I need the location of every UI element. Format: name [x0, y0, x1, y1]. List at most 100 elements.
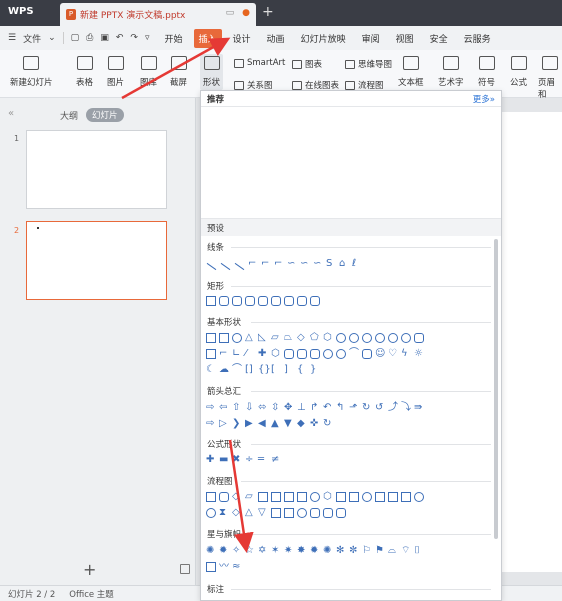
- circular-arrow-icon[interactable]: ↻: [323, 419, 333, 429]
- no-symbol-icon[interactable]: [336, 349, 346, 359]
- flowchart-merge-icon[interactable]: ▽: [258, 508, 268, 518]
- star-32-point-icon[interactable]: ✼: [349, 546, 359, 556]
- striped-right-arrow-icon[interactable]: ⇛: [414, 403, 424, 413]
- down-arrow-icon[interactable]: ⇩: [245, 403, 255, 413]
- menu-start[interactable]: 开始: [160, 29, 188, 48]
- elbow-arrow-icon[interactable]: ⌐: [261, 259, 271, 269]
- menu-security[interactable]: 安全: [425, 29, 453, 48]
- lightning-icon[interactable]: ϟ: [401, 349, 411, 359]
- not-equal-icon[interactable]: ≠: [271, 455, 281, 465]
- flowchart-data-icon[interactable]: ▱: [245, 492, 255, 502]
- left-right-up-arrow-icon[interactable]: ⊥: [297, 403, 307, 413]
- menu-review[interactable]: 审阅: [357, 29, 385, 48]
- heart-icon[interactable]: ♡: [388, 349, 398, 359]
- equal-icon[interactable]: ═: [258, 455, 268, 465]
- text-box-icon[interactable]: [206, 333, 216, 343]
- file-menu[interactable]: 文件: [23, 32, 41, 45]
- cube-icon[interactable]: [297, 349, 307, 359]
- unsaved-dot-icon[interactable]: ●: [242, 8, 250, 18]
- multiply-icon[interactable]: ✖: [232, 455, 242, 465]
- flowchart-process-icon[interactable]: [206, 492, 216, 502]
- bent-arrow-icon[interactable]: ↱: [310, 403, 320, 413]
- parallelogram-icon[interactable]: ▱: [271, 333, 281, 343]
- quad-arrow-callout-icon[interactable]: ✜: [310, 419, 320, 429]
- smiley-face-icon[interactable]: ☺: [375, 349, 385, 359]
- wordart-button[interactable]: 艺术字: [438, 56, 464, 88]
- add-slide-button[interactable]: +: [83, 560, 96, 579]
- plaque-icon[interactable]: ⬡: [271, 349, 281, 359]
- block-arc-icon[interactable]: ⌒: [349, 349, 359, 359]
- flowchart-document-icon[interactable]: [284, 492, 294, 502]
- left-right-arrow-icon[interactable]: ⬄: [258, 403, 268, 413]
- rectangle-icon[interactable]: [206, 296, 216, 306]
- sun-icon[interactable]: ☼: [414, 349, 424, 359]
- explosion-1-icon[interactable]: ✺: [206, 546, 216, 556]
- menu-view[interactable]: 视图: [391, 29, 419, 48]
- up-arrow-icon[interactable]: ⇧: [232, 403, 242, 413]
- flowchart-alternate-process-icon[interactable]: [219, 492, 229, 502]
- menu-slideshow[interactable]: 幻灯片放映: [296, 29, 351, 48]
- dropdown-icon[interactable]: ▿: [145, 33, 150, 43]
- flowchart-card-icon[interactable]: [388, 492, 398, 502]
- u-turn-arrow-icon[interactable]: ↶: [323, 403, 333, 413]
- half-frame-icon[interactable]: ⌐: [219, 349, 229, 359]
- snip-rectangle-icon[interactable]: [232, 296, 242, 306]
- flowchart-sort-icon[interactable]: ◇: [232, 508, 242, 518]
- wps-logo[interactable]: WPS: [8, 6, 34, 17]
- pentagon-icon[interactable]: ⬠: [310, 333, 320, 343]
- bent-up-arrow-icon[interactable]: ⬏: [349, 403, 359, 413]
- elbow-connector-icon[interactable]: ⌐: [248, 259, 258, 269]
- left-arrow-callout-icon[interactable]: ◀: [258, 419, 268, 429]
- flowchart-connector-icon[interactable]: [362, 492, 372, 502]
- pie-icon[interactable]: [388, 333, 398, 343]
- wave-icon[interactable]: 〰: [219, 562, 229, 572]
- new-tab-button[interactable]: +: [262, 4, 274, 20]
- can-icon[interactable]: [284, 349, 294, 359]
- curved-right-arrow-icon[interactable]: ↻: [362, 403, 372, 413]
- notes-icon[interactable]: [180, 564, 190, 574]
- document-tab[interactable]: P 新建 PPTX 演示文稿.pptx ▭ ●: [60, 3, 256, 26]
- freeform-icon[interactable]: ⌂: [339, 259, 349, 269]
- chart-button[interactable]: 图表: [292, 58, 322, 70]
- frame-icon[interactable]: [206, 349, 216, 359]
- dropdown-scrollbar[interactable]: [494, 239, 498, 539]
- moon-icon[interactable]: ☾: [206, 365, 216, 375]
- explosion-2-icon[interactable]: ✹: [219, 546, 229, 556]
- octagon-icon[interactable]: [349, 333, 359, 343]
- up-down-arrow-icon[interactable]: ⇳: [271, 403, 281, 413]
- flowchart-terminator-icon[interactable]: [310, 492, 320, 502]
- chevron-arrow-icon[interactable]: ❯: [232, 419, 242, 429]
- flowchart-collate-icon[interactable]: ⧗: [219, 508, 229, 518]
- gallery-button[interactable]: 图库: [140, 56, 157, 88]
- flowchart-manual-operation-icon[interactable]: [349, 492, 359, 502]
- chord-icon[interactable]: [401, 333, 411, 343]
- flowchart-punched-tape-icon[interactable]: [401, 492, 411, 502]
- menu-animation[interactable]: 动画: [262, 29, 290, 48]
- flowchart-magnetic-disk-icon[interactable]: [310, 508, 320, 518]
- ribbon-down-icon[interactable]: ⚑: [375, 546, 385, 556]
- cloud-icon[interactable]: ☁: [219, 365, 229, 375]
- print-icon[interactable]: ⎙: [86, 33, 93, 43]
- rounded-rectangle-icon[interactable]: [219, 296, 229, 306]
- notched-right-arrow-icon[interactable]: ⇨: [206, 419, 216, 429]
- star-16-point-icon[interactable]: ✺: [323, 546, 333, 556]
- slide-thumbnail[interactable]: [26, 130, 167, 209]
- arrow-line-shape-icon[interactable]: [220, 262, 231, 271]
- table-button[interactable]: 表格: [76, 56, 93, 88]
- textbox-button[interactable]: 文本框: [398, 56, 424, 88]
- tab-slides[interactable]: 幻灯片: [86, 108, 124, 122]
- folded-corner-icon[interactable]: [362, 349, 372, 359]
- preview-icon[interactable]: ▣: [100, 33, 109, 43]
- horizontal-scroll-icon[interactable]: [206, 562, 216, 572]
- left-arrow-icon[interactable]: ⇦: [219, 403, 229, 413]
- curved-ribbon-up-icon[interactable]: ⌓: [388, 546, 398, 556]
- formula-button[interactable]: 公式: [510, 56, 527, 88]
- double-wave-icon[interactable]: ≈: [232, 562, 242, 572]
- right-brace-icon[interactable]: }: [310, 365, 320, 375]
- line-shape-icon[interactable]: [206, 262, 217, 271]
- right-bracket-icon[interactable]: ]: [284, 365, 294, 375]
- double-bracket-icon[interactable]: []: [245, 365, 255, 375]
- flowchart-direct-storage-icon[interactable]: [323, 508, 333, 518]
- curved-up-arrow-icon[interactable]: ⤴: [388, 403, 398, 413]
- right-arrow-callout-icon[interactable]: ▶: [245, 419, 255, 429]
